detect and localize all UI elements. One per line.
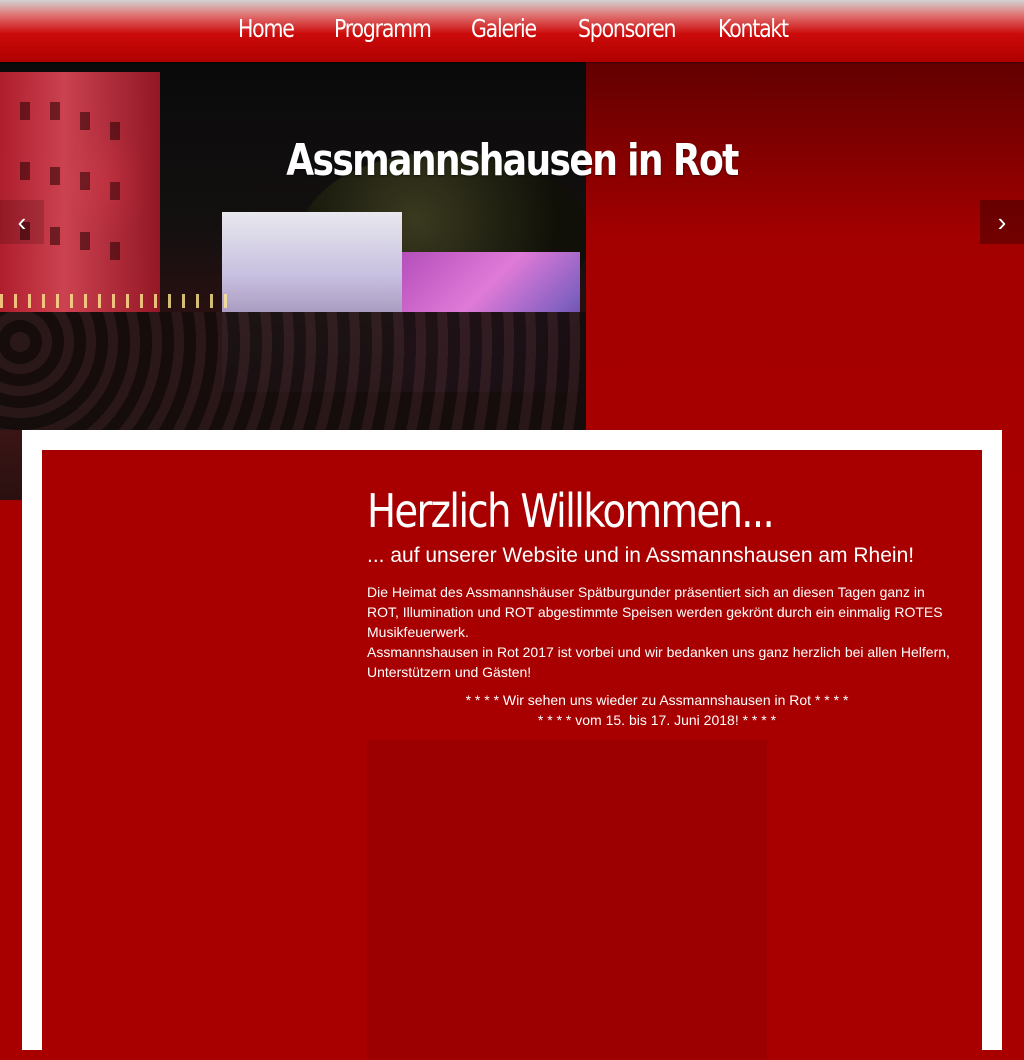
- nav-item-galerie[interactable]: Galerie: [471, 14, 559, 43]
- announcement-line-1: * * * * Wir sehen uns wieder zu Assmanns…: [465, 692, 849, 708]
- nav-item-programm[interactable]: Programm: [334, 14, 446, 43]
- slider-prev-button[interactable]: ‹: [0, 200, 44, 244]
- string-lights: [0, 294, 230, 308]
- window: [50, 102, 60, 120]
- content-frame: Herzlich Willkommen... ... auf unserer W…: [22, 430, 1002, 1060]
- intro-paragraph-1: Die Heimat des Assmannshäuser Spätburgun…: [367, 584, 943, 640]
- top-navigation: Home Programm Galerie Sponsoren Kontakt: [0, 0, 1024, 62]
- window: [20, 102, 30, 120]
- crowd: [0, 312, 586, 430]
- hero-slide-image: [0, 62, 586, 430]
- content-panel: Herzlich Willkommen... ... auf unserer W…: [42, 450, 982, 1060]
- welcome-heading: Herzlich Willkommen...: [367, 484, 775, 538]
- nav-item-kontakt[interactable]: Kontakt: [718, 14, 800, 43]
- window: [80, 232, 90, 250]
- nav-item-home[interactable]: Home: [238, 14, 317, 43]
- announcement: * * * * Wir sehen uns wieder zu Assmanns…: [367, 690, 947, 730]
- window: [80, 112, 90, 130]
- welcome-subheading: ... auf unserer Website und in Assmannsh…: [367, 544, 915, 567]
- nav-menu: Home Programm Galerie Sponsoren Kontakt: [218, 14, 818, 43]
- window: [110, 242, 120, 260]
- nav-item-sponsoren[interactable]: Sponsoren: [578, 14, 693, 43]
- window: [50, 167, 60, 185]
- hero-title: Assmannshausen in Rot: [286, 135, 739, 187]
- intro-text: Die Heimat des Assmannshäuser Spätburgun…: [367, 582, 957, 682]
- chevron-right-icon: ›: [997, 206, 1007, 237]
- chevron-left-icon: ‹: [17, 206, 27, 237]
- announcement-line-2: * * * * vom 15. bis 17. Juni 2018! * * *…: [537, 712, 777, 728]
- intro-paragraph-2: Assmannshausen in Rot 2017 ist vorbei un…: [367, 644, 950, 680]
- hero-slide-image-edge: [0, 430, 22, 500]
- media-placeholder: [367, 740, 767, 1060]
- window: [80, 172, 90, 190]
- window: [20, 162, 30, 180]
- window: [50, 227, 60, 245]
- slider-next-button[interactable]: ›: [980, 200, 1024, 244]
- building-facade: [0, 72, 160, 312]
